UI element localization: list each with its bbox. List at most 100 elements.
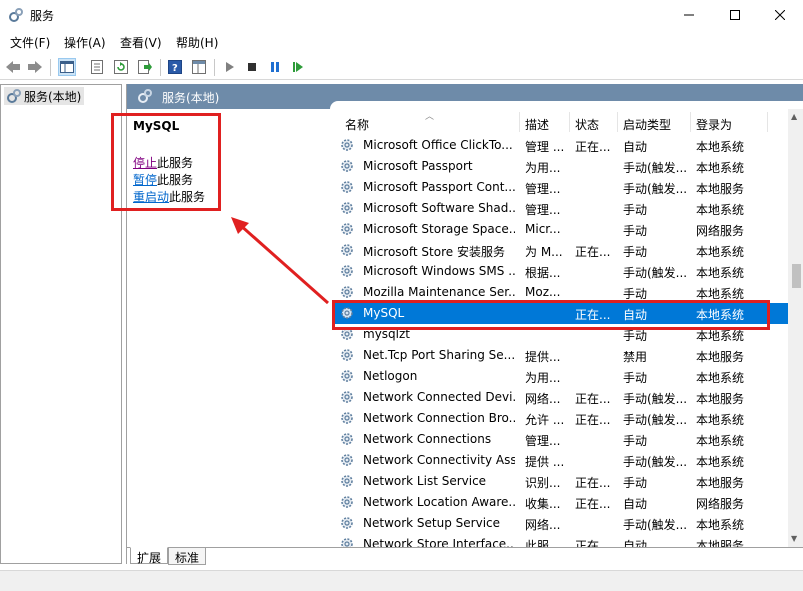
- service-startup-cell: 禁用: [623, 350, 648, 364]
- annotation-highlight-actions: [111, 113, 221, 211]
- service-desc-cell: 管理...: [525, 434, 561, 448]
- status-bar: [0, 570, 803, 591]
- show-hide-tree-button[interactable]: [58, 58, 76, 76]
- panel-header-title: 服务(本地): [162, 91, 220, 105]
- tab-standard[interactable]: 标准: [168, 548, 207, 565]
- service-row[interactable]: Network Connections 管理... 手动 本地系统: [333, 429, 788, 450]
- annotation-arrow-icon: [231, 217, 329, 305]
- vertical-scrollbar[interactable]: ▲ ▼: [788, 109, 803, 547]
- pause-service-button[interactable]: [266, 58, 284, 76]
- services-window: 服务 文件(F) 操作(A) 查看(V) 帮助(H) ? 服务(本地) 服务(本…: [0, 0, 803, 591]
- service-row[interactable]: Microsoft Storage Space... Micr... 手动 网络服务: [333, 219, 788, 240]
- service-gear-icon: [339, 137, 355, 153]
- service-logon-cell: 本地系统: [696, 413, 745, 427]
- service-logon-cell: 本地系统: [696, 371, 745, 385]
- service-gear-icon: [339, 179, 355, 195]
- scroll-up-icon[interactable]: ▲: [791, 112, 797, 121]
- service-gear-icon: [339, 242, 355, 258]
- tree-item-label: 服务(本地): [24, 90, 82, 104]
- service-gear-icon: [339, 494, 355, 510]
- service-gear-icon: [339, 536, 355, 547]
- title-bar: 服务: [0, 0, 803, 30]
- maximize-button[interactable]: [712, 0, 758, 30]
- service-gear-icon: [339, 263, 355, 279]
- service-desc-cell: 收集...: [525, 497, 561, 511]
- service-desc-cell: 提供 ...: [525, 455, 565, 469]
- service-desc-cell: Micr...: [525, 222, 561, 236]
- service-name-cell: Network Connected Devi...: [363, 390, 515, 404]
- service-startup-cell: 手动(触发...: [623, 518, 688, 532]
- console-button[interactable]: [190, 58, 208, 76]
- column-header-startup-type[interactable]: 启动类型: [623, 116, 671, 133]
- service-desc-cell: 识别...: [525, 476, 561, 490]
- play-icon: [226, 62, 234, 72]
- tree-item-services-local[interactable]: 服务(本地): [4, 87, 85, 105]
- service-row[interactable]: Microsoft Store 安装服务 为 M... 正在... 手动 本地系统: [333, 240, 788, 261]
- column-header-log-on-as[interactable]: 登录为: [696, 116, 732, 133]
- service-status-cell: 正在...: [575, 140, 611, 154]
- close-button[interactable]: [757, 0, 803, 30]
- column-header-name[interactable]: 名称: [345, 116, 369, 133]
- forward-button[interactable]: [26, 58, 44, 76]
- service-desc-cell: 提供...: [525, 350, 561, 364]
- service-row[interactable]: Network Connection Bro... 允许 ... 正在... 手动(触…: [333, 408, 788, 429]
- service-gear-icon: [339, 200, 355, 216]
- back-button[interactable]: [4, 58, 22, 76]
- service-name-cell: Microsoft Software Shad...: [363, 201, 515, 215]
- menu-file[interactable]: 文件(F): [10, 34, 50, 51]
- tab-extended[interactable]: 扩展: [130, 547, 169, 565]
- service-row[interactable]: Microsoft Passport Cont... 管理... 手动(触发... 本…: [333, 177, 788, 198]
- service-logon-cell: 本地系统: [696, 203, 745, 217]
- service-row[interactable]: Network Connectivity Ass... 提供 ... 手动(触发..…: [333, 450, 788, 471]
- service-row[interactable]: Network Setup Service 网络... 手动(触发... 本地系统: [333, 513, 788, 534]
- menu-view[interactable]: 查看(V): [120, 34, 162, 51]
- service-gear-icon: [339, 473, 355, 489]
- sort-ascending-icon: ︿: [425, 112, 435, 122]
- service-row[interactable]: Network List Service 识别... 正在... 手动 本地服务: [333, 471, 788, 492]
- service-status-cell: 正在...: [575, 476, 611, 490]
- services-gear-icon: [8, 7, 24, 23]
- help-button[interactable]: ?: [166, 58, 184, 76]
- service-name-cell: Mozilla Maintenance Ser...: [363, 285, 515, 299]
- stop-icon: [248, 63, 256, 71]
- service-logon-cell: 本地服务: [696, 392, 745, 406]
- window-title: 服务: [30, 9, 55, 23]
- service-row[interactable]: Netlogon 为用... 手动 本地系统: [333, 366, 788, 387]
- properties-button[interactable]: [88, 58, 106, 76]
- menu-help[interactable]: 帮助(H): [176, 34, 218, 51]
- start-service-button[interactable]: [220, 58, 238, 76]
- service-row[interactable]: Network Connected Devi... 网络... 正在... 手动(触发…: [333, 387, 788, 408]
- stop-service-button[interactable]: [243, 58, 261, 76]
- service-status-cell: 正在...: [575, 413, 611, 427]
- service-name-cell: Netlogon: [363, 369, 418, 383]
- service-row[interactable]: Microsoft Office ClickTo... 管理 ... 正在... 自动…: [333, 135, 788, 156]
- refresh-icon: [114, 60, 128, 74]
- service-row[interactable]: Network Location Aware... 收集... 正在... 自动 网络服…: [333, 492, 788, 513]
- service-row[interactable]: Microsoft Windows SMS ... 根据... 手动(触发... 本地…: [333, 261, 788, 282]
- export-list-button[interactable]: [136, 58, 154, 76]
- service-gear-icon: [339, 284, 355, 300]
- refresh-button[interactable]: [112, 58, 130, 76]
- service-desc-cell: 管理...: [525, 203, 561, 217]
- scrollbar-thumb[interactable]: [792, 264, 801, 288]
- help-icon: ?: [168, 60, 182, 74]
- service-row[interactable]: Microsoft Software Shad... 管理... 手动 本地系统: [333, 198, 788, 219]
- export-icon: [138, 60, 152, 74]
- column-header-status[interactable]: 状态: [575, 116, 599, 133]
- service-row[interactable]: Net.Tcp Port Sharing Se... 提供... 禁用 本地服务: [333, 345, 788, 366]
- service-logon-cell: 本地系统: [696, 266, 745, 280]
- svg-text:?: ?: [172, 63, 178, 74]
- service-name-cell: Network Location Aware...: [363, 495, 515, 509]
- restart-service-button[interactable]: [289, 58, 307, 76]
- scroll-down-icon[interactable]: ▼: [791, 534, 797, 543]
- service-startup-cell: 手动: [623, 476, 648, 490]
- service-startup-cell: 手动(触发...: [623, 182, 688, 196]
- service-row[interactable]: Microsoft Passport 为用... 手动(触发... 本地系统: [333, 156, 788, 177]
- service-startup-cell: 手动: [623, 434, 648, 448]
- service-gear-icon: [339, 347, 355, 363]
- minimize-button[interactable]: [666, 0, 712, 30]
- column-header-description[interactable]: 描述: [525, 116, 549, 133]
- service-row[interactable]: Network Store Interface... 此服... 正在... 自动 本地…: [333, 534, 788, 547]
- menu-action[interactable]: 操作(A): [64, 34, 106, 51]
- service-startup-cell: 手动(触发...: [623, 392, 688, 406]
